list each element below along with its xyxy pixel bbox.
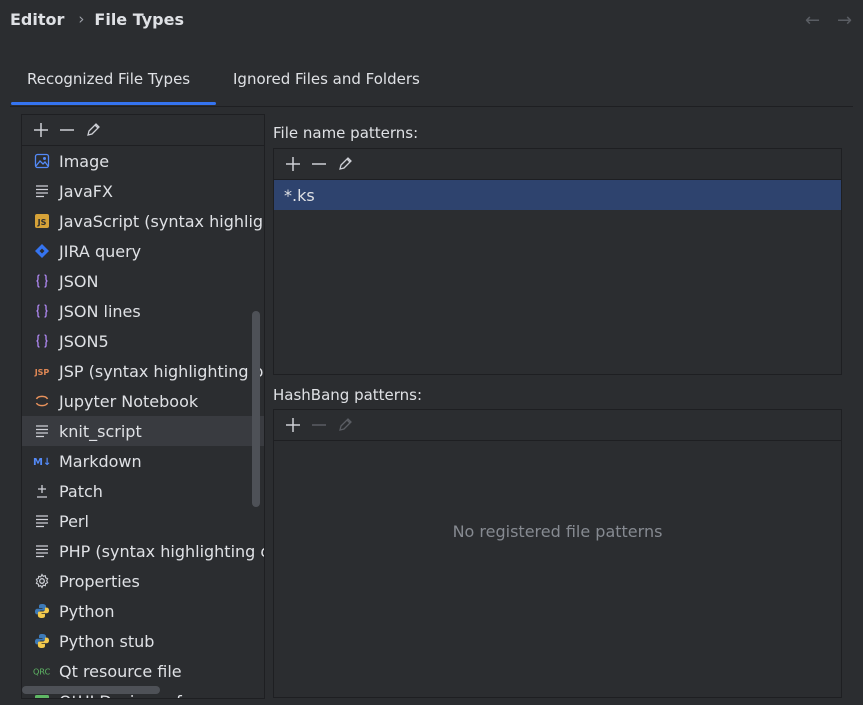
back-arrow-icon[interactable]: ← xyxy=(805,10,820,31)
vertical-scrollbar[interactable] xyxy=(252,311,260,507)
list-item[interactable]: M↓ Markdown xyxy=(22,446,264,476)
json-icon xyxy=(33,302,51,320)
jupyter-icon xyxy=(33,392,51,410)
qrc-icon: QRC xyxy=(33,662,51,680)
list-item[interactable]: PHP (syntax highlighting only) xyxy=(22,536,264,566)
list-item[interactable]: JSON lines xyxy=(22,296,264,326)
svg-text:QRC: QRC xyxy=(33,667,51,677)
add-pattern-icon[interactable] xyxy=(280,151,306,177)
list-item-label: Image xyxy=(59,151,110,171)
horizontal-scrollbar[interactable] xyxy=(22,686,160,694)
list-item-label: Python xyxy=(59,601,115,621)
list-item-label: JSP (syntax highlighting only) xyxy=(59,361,264,381)
text-lines-icon xyxy=(33,542,51,560)
list-item[interactable]: Perl xyxy=(22,506,264,536)
list-item-label: Markdown xyxy=(59,451,142,471)
remove-hashbang-icon[interactable] xyxy=(306,412,332,438)
list-item[interactable]: JSON5 xyxy=(22,326,264,356)
edit-icon[interactable] xyxy=(80,117,106,143)
list-item-label: Perl xyxy=(59,511,89,531)
tab-label: Recognized File Types xyxy=(27,70,191,88)
list-item[interactable]: knit_script xyxy=(22,416,264,446)
list-item[interactable]: Jupyter Notebook xyxy=(22,386,264,416)
tab-recognized-file-types[interactable]: Recognized File Types xyxy=(11,64,216,105)
patch-icon xyxy=(33,482,51,500)
file-type-list[interactable]: Image JavaFX JS JavaScript (syntax highligh… xyxy=(22,146,264,698)
list-item[interactable]: JSON xyxy=(22,266,264,296)
remove-icon[interactable] xyxy=(54,117,80,143)
add-hashbang-icon[interactable] xyxy=(280,412,306,438)
svg-text:JS: JS xyxy=(37,218,47,227)
list-item-label: Qt resource file xyxy=(59,661,182,681)
breadcrumb-parent[interactable]: Editor xyxy=(10,10,64,29)
file-name-patterns-label: File name patterns: xyxy=(273,124,419,142)
list-item[interactable]: Image xyxy=(22,146,264,176)
hashbang-patterns-panel: No registered file patterns xyxy=(273,409,842,698)
remove-pattern-icon[interactable] xyxy=(306,151,332,177)
breadcrumb-separator: › xyxy=(78,10,85,28)
list-item[interactable]: Patch xyxy=(22,476,264,506)
python-icon xyxy=(33,632,51,650)
list-item[interactable]: JS JavaScript (syntax highlighting only) xyxy=(22,206,264,236)
file-name-patterns-panel: *.ks xyxy=(273,148,842,375)
tab-ignored-files-and-folders[interactable]: Ignored Files and Folders xyxy=(217,64,436,104)
list-item-label: JavaScript (syntax highlighting only) xyxy=(59,211,264,231)
file-name-patterns-toolbar xyxy=(274,149,841,180)
json-icon xyxy=(33,332,51,350)
forward-arrow-icon[interactable]: → xyxy=(837,10,852,31)
json-icon xyxy=(33,272,51,290)
list-item[interactable]: QRC Qt resource file xyxy=(22,656,264,686)
pattern-text: *.ks xyxy=(284,185,315,205)
markdown-icon: M↓ xyxy=(33,452,51,470)
jira-icon xyxy=(33,242,51,260)
list-item[interactable]: JIRA query xyxy=(22,236,264,266)
svg-text:JSP: JSP xyxy=(34,368,49,377)
jsp-icon: JSP xyxy=(33,362,51,380)
list-item[interactable]: JavaFX xyxy=(22,176,264,206)
text-lines-icon xyxy=(33,512,51,530)
javascript-icon: JS xyxy=(33,212,51,230)
list-item-label: JIRA query xyxy=(59,241,142,261)
gear-icon xyxy=(33,572,51,590)
list-item-label: Patch xyxy=(59,481,103,501)
list-item-label: PHP (syntax highlighting only) xyxy=(59,541,264,561)
hashbang-patterns-label: HashBang patterns: xyxy=(273,386,423,404)
list-item-label: Properties xyxy=(59,571,140,591)
hashbang-toolbar xyxy=(274,410,841,441)
list-item[interactable]: Python stub xyxy=(22,626,264,656)
list-item[interactable]: Properties xyxy=(22,566,264,596)
list-item-label: Jupyter Notebook xyxy=(59,391,199,411)
list-item-label: Python stub xyxy=(59,631,155,651)
tab-label: Ignored Files and Folders xyxy=(233,70,420,88)
list-item[interactable]: JSP JSP (syntax highlighting only) xyxy=(22,356,264,386)
text-lines-icon xyxy=(33,182,51,200)
page-title: File Types xyxy=(94,9,184,29)
python-icon xyxy=(33,602,51,620)
file-types-toolbar xyxy=(22,115,264,146)
breadcrumb: Editor › File Types xyxy=(10,8,184,30)
edit-pattern-icon[interactable] xyxy=(332,151,358,177)
image-icon xyxy=(33,152,51,170)
tab-bar: Recognized File Types Ignored Files and … xyxy=(10,64,853,107)
list-item-label: JSON xyxy=(59,271,99,291)
list-item-label: knit_script xyxy=(59,421,142,441)
list-item[interactable]: Python xyxy=(22,596,264,626)
pattern-row[interactable]: *.ks xyxy=(274,180,841,210)
empty-state-text: No registered file patterns xyxy=(452,522,663,541)
list-item-label: JavaFX xyxy=(59,181,113,201)
edit-hashbang-icon[interactable] xyxy=(332,412,358,438)
list-item-label: JSON lines xyxy=(59,301,141,321)
svg-text:M↓: M↓ xyxy=(33,457,51,468)
list-item-label: JSON5 xyxy=(59,331,109,351)
add-icon[interactable] xyxy=(28,117,54,143)
text-lines-icon xyxy=(33,422,51,440)
file-types-panel: Image JavaFX JS JavaScript (syntax highligh… xyxy=(21,114,265,699)
